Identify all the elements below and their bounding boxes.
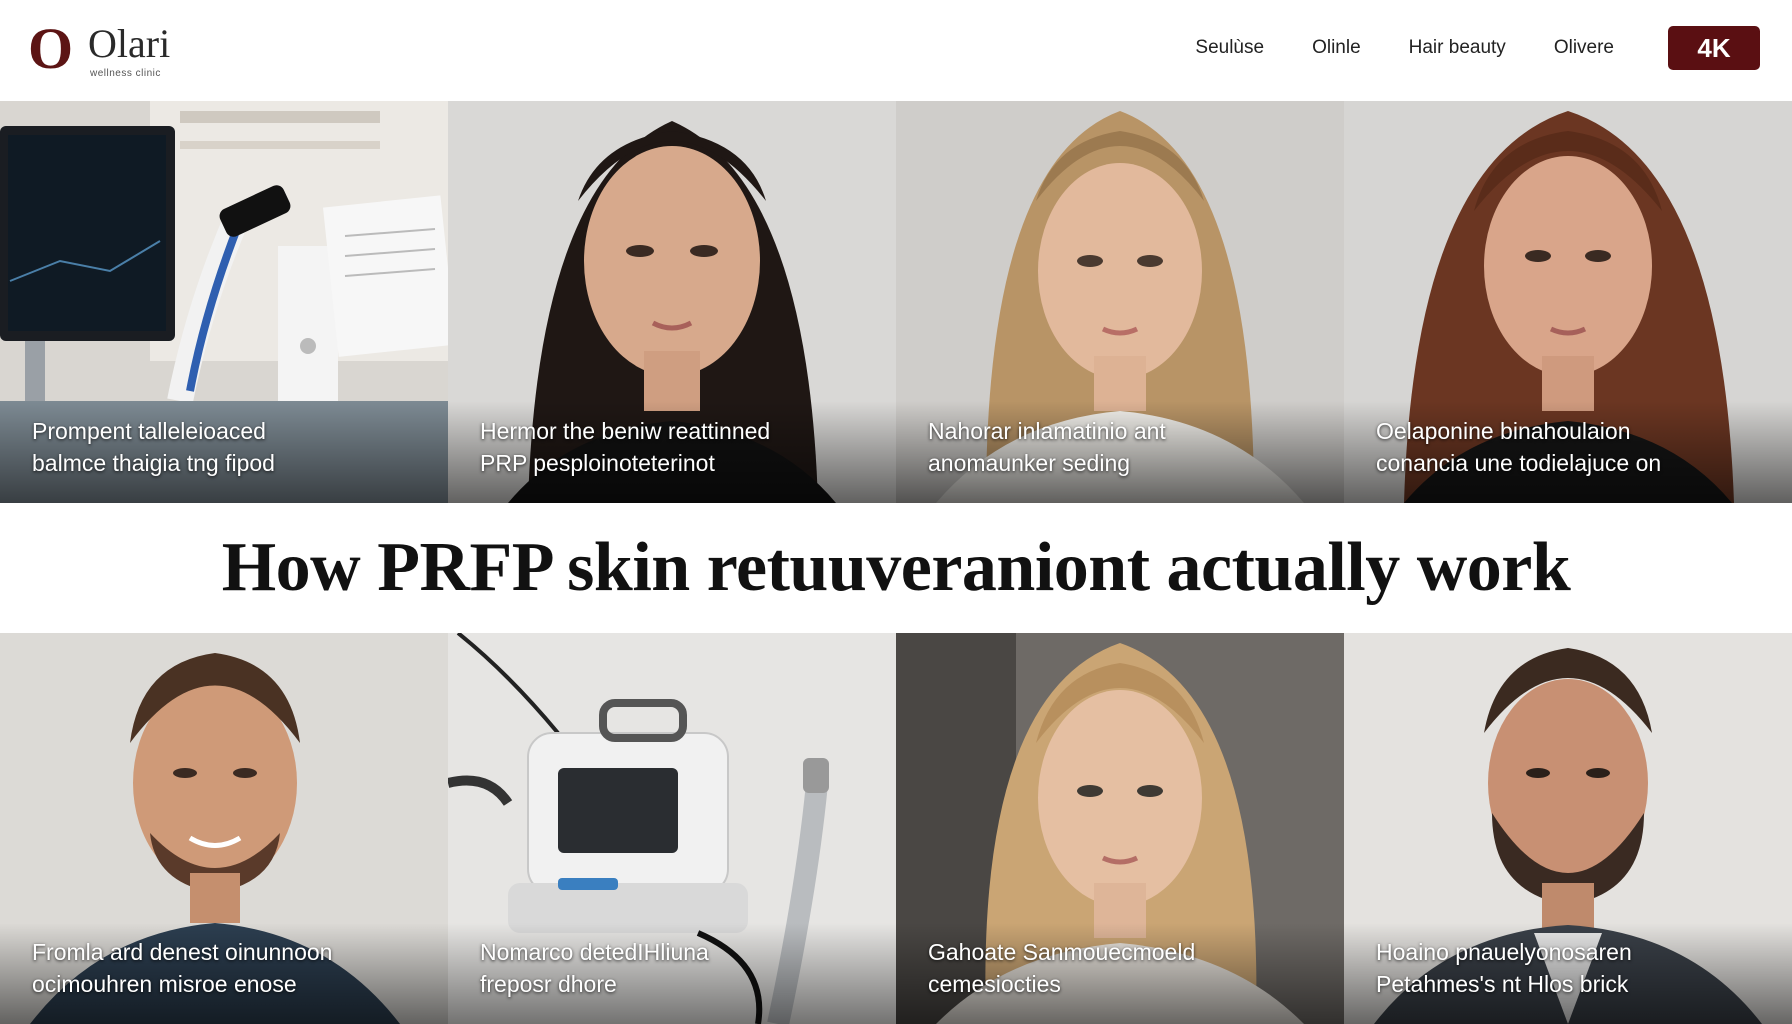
quality-badge-button[interactable]: 4K bbox=[1668, 26, 1760, 70]
tile-portrait-blonde-hair[interactable]: Nahorar inlamatinio ant anomaunker sedin… bbox=[896, 101, 1344, 503]
caption-line-1: Oelaponine binahoulaion bbox=[1376, 418, 1631, 444]
logo-mark: O bbox=[28, 16, 74, 81]
tile-caption: Prompent talleleioaced balmce thaigia tn… bbox=[32, 415, 432, 479]
main-nav: Seulùse Olinle Hair beauty Olivere 4K bbox=[1195, 24, 1792, 72]
tile-clinic-equipment[interactable]: Prompent talleleioaced balmce thaigia tn… bbox=[0, 101, 448, 503]
caption-line-2: ocimouhren misroe enose bbox=[32, 971, 297, 997]
tile-portrait-auburn-hair[interactable]: Oelaponine binahoulaion conancia une tod… bbox=[1344, 101, 1792, 503]
page: O Olari wellness clinic Seulùse Olinle H… bbox=[0, 0, 1792, 1024]
logo-wordmark: Olari bbox=[88, 21, 171, 66]
nav-item-3[interactable]: Hair beauty bbox=[1409, 37, 1506, 59]
caption-line-2: Petahmes's nt Hlos brick bbox=[1376, 971, 1629, 997]
headline-banner: How PRFP skin retuuveranion​t actually w… bbox=[0, 503, 1792, 633]
caption-line-2: conancia une todielajuce on bbox=[1376, 450, 1662, 476]
caption-line-1: Prompent talleleioaced bbox=[32, 418, 266, 444]
caption-line-1: Gahoate Sanmouecmoeld bbox=[928, 939, 1196, 965]
tile-caption: Hermor the beniw reattinned PRP pesploin… bbox=[480, 415, 880, 479]
tile-caption: Nomarco detedIHliuna freposr dhore bbox=[480, 936, 880, 1000]
tile-portrait-blonde-wavy[interactable]: Gahoate Sanmouecmoeld cemesiocties bbox=[896, 633, 1344, 1024]
logo-tagline: wellness clinic bbox=[90, 68, 161, 79]
caption-line-2: PRP pesploinoteterinot bbox=[480, 450, 715, 476]
brand-logo[interactable]: O Olari wellness clinic bbox=[28, 16, 208, 81]
caption-line-1: Nomarco detedIHliuna bbox=[480, 939, 709, 965]
tile-row-bottom: Fromla ard denest oinunnoon ocimouhren m… bbox=[0, 633, 1792, 1024]
tile-caption: Gahoate Sanmouecmoeld cemesiocties bbox=[928, 936, 1328, 1000]
tile-portrait-man-smiling[interactable]: Fromla ard denest oinunnoon ocimouhren m… bbox=[0, 633, 448, 1024]
caption-line-1: Hermor the beniw reattinned bbox=[480, 418, 771, 444]
tile-caption: Fromla ard denest oinunnoon ocimouhren m… bbox=[32, 936, 432, 1000]
nav-item-2[interactable]: Olinle bbox=[1312, 37, 1361, 59]
tile-caption: Hoaino pnauelyonosaren Petahmes's nt Hlo… bbox=[1376, 936, 1776, 1000]
caption-line-1: Nahorar inlamatinio ant bbox=[928, 418, 1166, 444]
tile-caption: Oelaponine binahoulaion conancia une tod… bbox=[1376, 415, 1776, 479]
tile-portrait-dark-hair[interactable]: Hermor the beniw reattinned PRP pesploin… bbox=[448, 101, 896, 503]
tile-row-top: Prompent talleleioaced balmce thaigia tn… bbox=[0, 101, 1792, 503]
caption-line-1: Hoaino pnauelyonosaren bbox=[1376, 939, 1632, 965]
caption-line-2: balmce thaigia tng fipod bbox=[32, 450, 275, 476]
tile-caption: Nahorar inlamatinio ant anomaunker sedin… bbox=[928, 415, 1328, 479]
page-title: How PRFP skin retuuveranion​t actually w… bbox=[221, 529, 1571, 606]
caption-line-2: anomaunker seding bbox=[928, 450, 1131, 476]
site-header: O Olari wellness clinic Seulùse Olinle H… bbox=[0, 0, 1792, 101]
nav-item-1[interactable]: Seulùse bbox=[1195, 37, 1264, 59]
nav-item-4[interactable]: Olivere bbox=[1554, 37, 1614, 59]
caption-line-2: freposr dhore bbox=[480, 971, 617, 997]
caption-line-1: Fromla ard denest oinunnoon bbox=[32, 939, 333, 965]
tile-portrait-man-bearded[interactable]: Hoaino pnauelyonosaren Petahmes's nt Hlo… bbox=[1344, 633, 1792, 1024]
caption-line-2: cemesiocties bbox=[928, 971, 1061, 997]
tile-rf-device[interactable]: Nomarco detedIHliuna freposr dhore bbox=[448, 633, 896, 1024]
